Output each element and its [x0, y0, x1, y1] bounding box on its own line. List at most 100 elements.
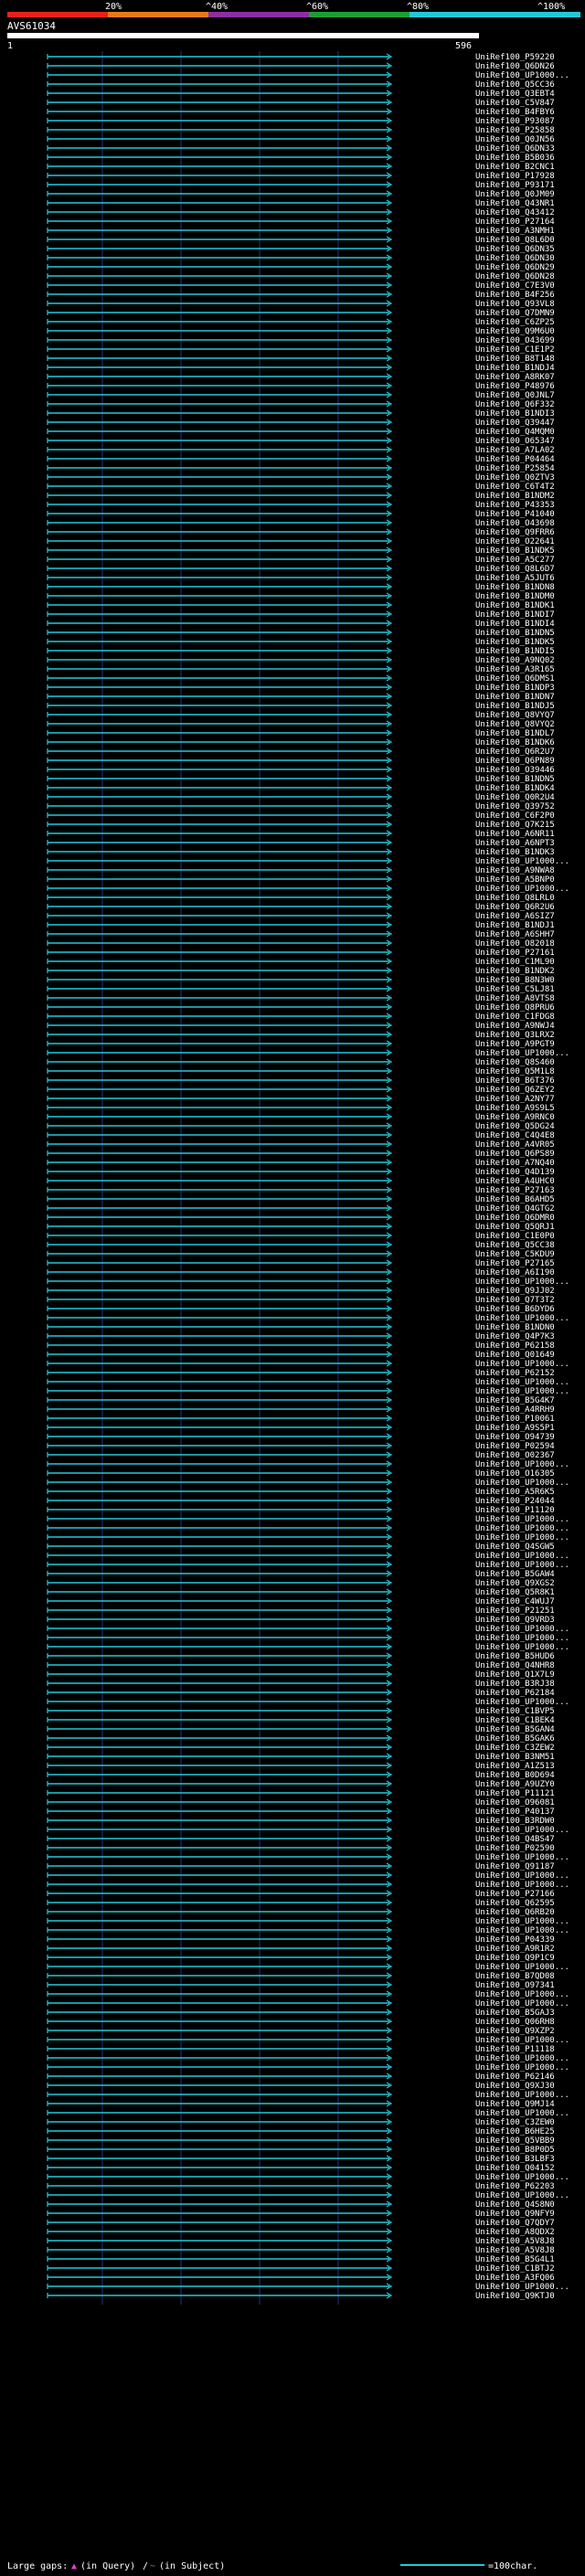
hit-label[interactable]: UniRef100_P21251: [475, 1606, 555, 1616]
hit-label[interactable]: UniRef100_Q01649: [475, 1351, 555, 1360]
hit-label[interactable]: UniRef100_Q6DN30: [475, 254, 555, 263]
hit-label[interactable]: UniRef100_Q8PRU6: [475, 1003, 555, 1012]
hit-label[interactable]: UniRef100_B6AHD5: [475, 1195, 555, 1204]
hit-label[interactable]: UniRef100_P25858: [475, 126, 555, 135]
hit-label[interactable]: UniRef100_A7NQ40: [475, 1159, 555, 1168]
hit-label[interactable]: UniRef100_B1NDK5: [475, 638, 555, 647]
hit-label[interactable]: UniRef100_B1NDK1: [475, 601, 555, 610]
hit-label[interactable]: UniRef100_B4FBY6: [475, 108, 555, 117]
hit-label[interactable]: UniRef100_A6NR11: [475, 830, 555, 839]
hit-label[interactable]: UniRef100_O96081: [475, 1798, 555, 1807]
hit-label[interactable]: UniRef100_UP1000...: [475, 1917, 569, 1926]
hit-label[interactable]: UniRef100_B8P0D5: [475, 2146, 555, 2155]
hit-label[interactable]: UniRef100_P04464: [475, 455, 555, 464]
hit-label[interactable]: UniRef100_A4VR05: [475, 1140, 555, 1150]
hit-label[interactable]: UniRef100_Q0JN56: [475, 135, 555, 144]
hit-label[interactable]: UniRef100_Q9MJ14: [475, 2100, 555, 2109]
hit-label[interactable]: UniRef100_Q3EBT4: [475, 90, 555, 99]
hit-label[interactable]: UniRef100_Q6PN89: [475, 757, 555, 766]
hit-label[interactable]: UniRef100_UP1000...: [475, 2173, 569, 2182]
hit-label[interactable]: UniRef100_B1NDM0: [475, 592, 555, 601]
hit-label[interactable]: UniRef100_C6F2P0: [475, 811, 555, 821]
hit-label[interactable]: UniRef100_Q7QDY7: [475, 2219, 555, 2228]
hit-label[interactable]: UniRef100_P11120: [475, 1506, 555, 1515]
hit-label[interactable]: UniRef100_Q7K215: [475, 821, 555, 830]
hit-label[interactable]: UniRef100_UP1000...: [475, 1314, 569, 1323]
hit-label[interactable]: UniRef100_B0D694: [475, 1771, 555, 1780]
hit-label[interactable]: UniRef100_A1Z513: [475, 1762, 555, 1771]
hit-label[interactable]: UniRef100_Q8VYQ2: [475, 720, 555, 729]
hit-label[interactable]: UniRef100_Q9XGS2: [475, 1579, 555, 1588]
hit-label[interactable]: UniRef100_Q91187: [475, 1862, 555, 1871]
hit-label[interactable]: UniRef100_B3LBF3: [475, 2155, 555, 2164]
hit-label[interactable]: UniRef100_C5LJ81: [475, 985, 555, 994]
hit-label[interactable]: UniRef100_B8N3W0: [475, 976, 555, 985]
hit-label[interactable]: UniRef100_P27166: [475, 1890, 555, 1899]
hit-label[interactable]: UniRef100_UP1000...: [475, 857, 569, 866]
hit-label[interactable]: UniRef100_Q9VRD3: [475, 1616, 555, 1625]
hit-label[interactable]: UniRef100_Q39752: [475, 802, 555, 811]
hit-label[interactable]: UniRef100_A9NWA8: [475, 866, 555, 875]
hit-label[interactable]: UniRef100_B8T148: [475, 355, 555, 364]
hit-label[interactable]: UniRef100_P93171: [475, 181, 555, 190]
hit-label[interactable]: UniRef100_A6I190: [475, 1268, 555, 1277]
hit-label[interactable]: UniRef100_UP1000...: [475, 2191, 569, 2200]
hit-label[interactable]: UniRef100_Q8LRL0: [475, 894, 555, 903]
hit-label[interactable]: UniRef100_Q5VBB9: [475, 2136, 555, 2146]
hit-label[interactable]: UniRef100_B5G4K7: [475, 1396, 555, 1405]
hit-label[interactable]: UniRef100_UP1000...: [475, 1871, 569, 1881]
hit-label[interactable]: UniRef100_A5BNP0: [475, 875, 555, 885]
hit-label[interactable]: UniRef100_P11121: [475, 1789, 555, 1798]
hit-label[interactable]: UniRef100_Q9NFY9: [475, 2210, 555, 2219]
hit-label[interactable]: UniRef100_P02594: [475, 1442, 555, 1451]
hit-label[interactable]: UniRef100_UP1000...: [475, 2091, 569, 2100]
hit-label[interactable]: UniRef100_B1NDI3: [475, 409, 555, 419]
hit-label[interactable]: UniRef100_B1NDN5: [475, 775, 555, 784]
hit-label[interactable]: UniRef100_Q4D139: [475, 1168, 555, 1177]
hit-label[interactable]: UniRef100_P24044: [475, 1497, 555, 1506]
hit-label[interactable]: UniRef100_UP1000...: [475, 1479, 569, 1488]
hit-label[interactable]: UniRef100_A4UHC0: [475, 1177, 555, 1186]
hit-label[interactable]: UniRef100_A8QDX2: [475, 2228, 555, 2237]
hit-label[interactable]: UniRef100_UP1000...: [475, 1634, 569, 1643]
hit-label[interactable]: UniRef100_B1NDJ1: [475, 921, 555, 930]
hit-label[interactable]: UniRef100_A3FQ06: [475, 2274, 555, 2283]
hit-label[interactable]: UniRef100_A9NQ02: [475, 656, 555, 665]
hit-label[interactable]: UniRef100_Q4BS47: [475, 1835, 555, 1844]
hit-label[interactable]: UniRef100_C5V847: [475, 99, 555, 108]
hit-label[interactable]: UniRef100_B1NDK4: [475, 784, 555, 793]
hit-label[interactable]: UniRef100_B1NDN7: [475, 693, 555, 702]
hit-label[interactable]: UniRef100_A5C277: [475, 556, 555, 565]
hit-label[interactable]: UniRef100_A9PGT9: [475, 1040, 555, 1049]
hit-label[interactable]: UniRef100_C3ZEW0: [475, 2118, 555, 2127]
hit-label[interactable]: UniRef100_B1NDL7: [475, 729, 555, 738]
hit-label[interactable]: UniRef100_Q6DN26: [475, 62, 555, 71]
hit-label[interactable]: UniRef100_B1NDJ4: [475, 364, 555, 373]
hit-label[interactable]: UniRef100_Q93VL8: [475, 300, 555, 309]
hit-label[interactable]: UniRef100_A6SHH7: [475, 930, 555, 939]
hit-label[interactable]: UniRef100_O16305: [475, 1469, 555, 1479]
hit-label[interactable]: UniRef100_Q9M6U0: [475, 327, 555, 336]
hit-label[interactable]: UniRef100_Q5DG24: [475, 1122, 555, 1131]
hit-label[interactable]: UniRef100_UP1000...: [475, 1826, 569, 1835]
hit-label[interactable]: UniRef100_B3NM51: [475, 1753, 555, 1762]
hit-label[interactable]: UniRef100_UP1000...: [475, 2063, 569, 2072]
hit-label[interactable]: UniRef100_Q6DN35: [475, 245, 555, 254]
hit-label[interactable]: UniRef100_Q62595: [475, 1899, 555, 1908]
hit-label[interactable]: UniRef100_C1ML90: [475, 958, 555, 967]
hit-label[interactable]: UniRef100_Q0JM09: [475, 190, 555, 199]
hit-label[interactable]: UniRef100_UP1000...: [475, 1698, 569, 1707]
hit-label[interactable]: UniRef100_Q9KTJ0: [475, 2292, 555, 2301]
hit-label[interactable]: UniRef100_P62152: [475, 1369, 555, 1378]
hit-label[interactable]: UniRef100_A5JUT6: [475, 574, 555, 583]
hit-label[interactable]: UniRef100_B1NDK6: [475, 738, 555, 747]
hit-label[interactable]: UniRef100_P02590: [475, 1844, 555, 1853]
hit-label[interactable]: UniRef100_UP1000...: [475, 2054, 569, 2063]
hit-label[interactable]: UniRef100_A8VTS8: [475, 994, 555, 1003]
hit-label[interactable]: UniRef100_Q9FRR6: [475, 528, 555, 537]
hit-label[interactable]: UniRef100_Q4P7K3: [475, 1332, 555, 1341]
hit-label[interactable]: UniRef100_P41040: [475, 510, 555, 519]
hit-label[interactable]: UniRef100_Q9XZP2: [475, 2027, 555, 2036]
hit-label[interactable]: UniRef100_O43698: [475, 519, 555, 528]
hit-label[interactable]: UniRef100_P59220: [475, 53, 555, 62]
